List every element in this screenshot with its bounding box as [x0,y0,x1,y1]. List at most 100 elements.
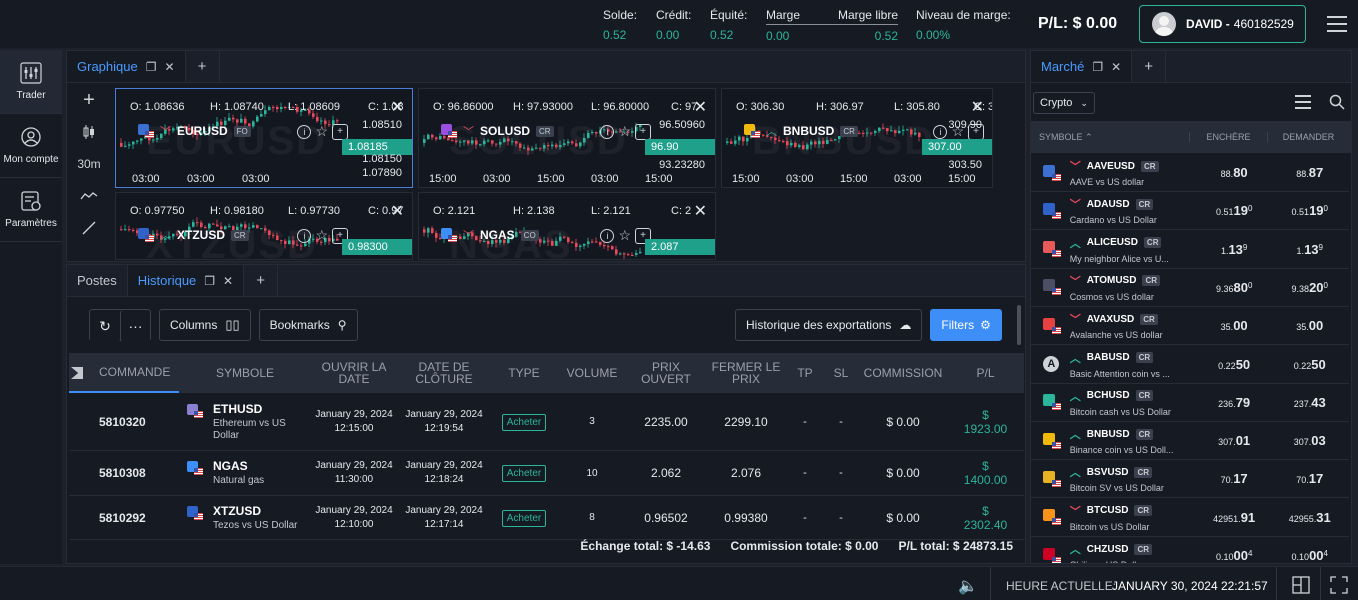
close-icon[interactable]: ✕ [391,97,404,117]
ask-price[interactable]: 237.43 [1271,395,1349,410]
star-icon[interactable]: ☆ [618,227,631,244]
ask-price[interactable]: 307.03 [1271,433,1349,448]
close-icon[interactable]: ✕ [1111,60,1121,74]
market-row[interactable]: A ︿ BABUSD CR Basic Attention coin vs ... 0.2… [1031,346,1349,384]
col-header[interactable]: DATE DE CLÔTURE [397,361,491,385]
layout-icon[interactable] [1292,576,1310,594]
market-row[interactable]: ﹀ ADAUSD CR Cardano vs US Dollar 0.51190 0.51… [1031,192,1349,231]
ask-price[interactable]: 0.51190 [1271,203,1349,218]
fullscreen-icon[interactable] [1330,576,1348,594]
col-header[interactable]: OUVRIR LA DATE [311,361,397,385]
mini-chart-ngas[interactable]: NGAS O: 2.121 H: 2.138 L: 2.121 C: 2 ✕ ﹀ NGAS CO… [418,192,716,260]
bookmarks-button[interactable]: Bookmarks ⚲ [258,309,358,341]
market-row[interactable]: ﹀ AVAXUSD CR Avalanche vs US dollar 35.00 35.… [1031,307,1349,346]
col-symbol[interactable]: SYMBOLE ⌃ [1031,132,1189,143]
history-scrollbar[interactable] [1017,305,1021,345]
bid-price[interactable]: 0.2250 [1198,357,1271,372]
trendline-icon[interactable] [67,212,111,244]
star-icon[interactable]: ☆ [618,123,631,140]
mini-chart-bnbusd[interactable]: BNBUSD O: 306.30 H: 306.97 L: 305.80 C: 3 ✕ ︿ B… [721,88,993,188]
expand-icon[interactable]: + [332,123,348,140]
col-header[interactable]: COMMISSION [859,367,947,379]
candles-icon[interactable] [67,116,111,148]
add-tab-button[interactable]: + [1132,51,1167,82]
info-icon[interactable]: i [600,228,615,243]
market-row[interactable]: ︿ BNBUSD CR Binance coin vs US Doll... 307.0… [1031,422,1349,461]
ask-price[interactable]: 9.38200 [1271,280,1349,295]
market-row[interactable]: ︿CHZUSDCRChiliz vs US Dollar0.100040.100… [1031,537,1349,563]
ask-price[interactable]: 0.10004 [1271,548,1349,563]
col-header[interactable]: FERMER LE PRIX [705,361,787,385]
market-row[interactable]: ﹀ ATOMUSD CR Cosmos vs US dollar 9.36800 9.38… [1031,269,1349,307]
mini-chart-xtzusd[interactable]: XTZUSD O: 0.97750 H: 0.98180 L: 0.97730 C: 0… [115,192,413,260]
timeframe-button[interactable]: 30m [67,148,111,180]
close-icon[interactable]: ✕ [694,97,707,117]
tab-marche[interactable]: Marché ❐ ✕ [1031,51,1133,82]
user-account-button[interactable]: DAVID -460182529 [1139,5,1306,43]
expand-icon[interactable]: + [635,123,651,140]
bid-price[interactable]: 0.51190 [1198,203,1271,218]
col-ask[interactable]: DEMANDER [1267,132,1349,142]
sound-icon[interactable]: 🔈 [958,576,978,596]
close-icon[interactable]: ✕ [391,201,404,221]
col-header[interactable]: TYPE [491,367,557,379]
bid-price[interactable]: 307.01 [1198,433,1271,448]
col-header[interactable]: VOLUME [557,367,627,379]
col-header[interactable]: P/L [947,367,1024,379]
nav-trader[interactable]: Trader [0,50,62,114]
table-row[interactable]: 5810292 XTZUSD Tezos vs US Dollar January 2… [69,496,1024,540]
more-icon[interactable]: ··· [120,310,150,342]
menu-icon[interactable] [1327,16,1347,32]
col-header[interactable]: TP [787,367,823,379]
close-icon[interactable]: ✕ [164,60,174,74]
market-row[interactable]: ︿ BSVUSD CR Bitcoin SV vs US Dollar 70.17 70.… [1031,460,1349,499]
mini-chart-eurusd[interactable]: EURUSD O: 1.08636 H: 1.08740 L: 1.08609 C: 1… [115,88,413,188]
bid-price[interactable]: 0.10004 [1198,548,1271,563]
ask-price[interactable]: 42955.31 [1271,510,1349,525]
market-filter-select[interactable]: Crypto ⌄ [1033,92,1095,114]
popout-icon[interactable]: ❐ [1092,60,1103,74]
ask-price[interactable]: 88.87 [1271,165,1349,180]
star-icon[interactable]: ☆ [315,123,328,140]
popout-icon[interactable]: ❐ [146,60,157,74]
col-header[interactable]: SL [823,367,859,379]
info-icon[interactable]: i [297,228,312,243]
close-icon[interactable]: ✕ [694,201,707,221]
tab-postes[interactable]: Postes [67,265,128,296]
crosshair-icon[interactable]: + [67,84,111,116]
mini-chart-solusd[interactable]: SOLUSD O: 96.86000 H: 97.93000 L: 96.80000 C… [418,88,716,188]
market-row[interactable]: ﹀ BTCUSD CR Bitcoin vs US Dollar 42951.91 429… [1031,499,1349,537]
bid-price[interactable]: 35.00 [1198,318,1271,333]
col-header[interactable]: SYMBOLE [179,367,311,379]
info-icon[interactable]: i [600,124,615,139]
bid-price[interactable]: 88.80 [1198,165,1271,180]
table-row[interactable]: 5810308 NGAS Natural gas January 29, 2024 1… [69,451,1024,496]
star-icon[interactable]: ☆ [315,227,328,244]
nav-mon-compte[interactable]: Mon compte [0,114,62,178]
ask-price[interactable]: 70.17 [1271,471,1349,486]
bid-price[interactable]: 42951.91 [1198,510,1271,525]
info-icon[interactable]: i [933,124,948,139]
add-tab-button[interactable]: + [244,265,279,296]
columns-button[interactable]: Columns ▯▯ [159,309,251,341]
bid-price[interactable]: 236.79 [1198,395,1271,410]
tab-historique[interactable]: Historique ❐ ✕ [127,265,245,296]
search-icon[interactable] [1329,94,1345,110]
ask-price[interactable]: 1.139 [1271,242,1349,257]
market-row[interactable]: ﹀ AAVEUSD CR AAVE vs US dollar 88.80 88.87 [1031,154,1349,192]
close-icon[interactable]: ✕ [223,274,233,288]
col-header[interactable]: PRIX OUVERT [627,361,705,385]
close-icon[interactable]: ✕ [971,97,984,117]
indicators-icon[interactable] [67,180,111,212]
nav-parametres[interactable]: Paramètres [0,178,62,242]
popout-icon[interactable]: ❐ [204,274,215,288]
market-row[interactable]: ︿ BCHUSD CR Bitcoin cash vs US Dollar 236.79… [1031,384,1349,422]
bid-price[interactable]: 9.36800 [1198,280,1271,295]
col-header[interactable]: COMMANDE [69,353,179,393]
filters-button[interactable]: Filters ⚙ [930,309,1002,341]
ask-price[interactable]: 0.2250 [1271,357,1349,372]
market-row[interactable]: ︿ ALICEUSD CR My neighbor Alice vs U... 1.13… [1031,231,1349,269]
list-icon[interactable] [1295,95,1311,109]
export-history-button[interactable]: Historique des exportations ☁ [735,309,923,341]
ask-price[interactable]: 35.00 [1271,318,1349,333]
